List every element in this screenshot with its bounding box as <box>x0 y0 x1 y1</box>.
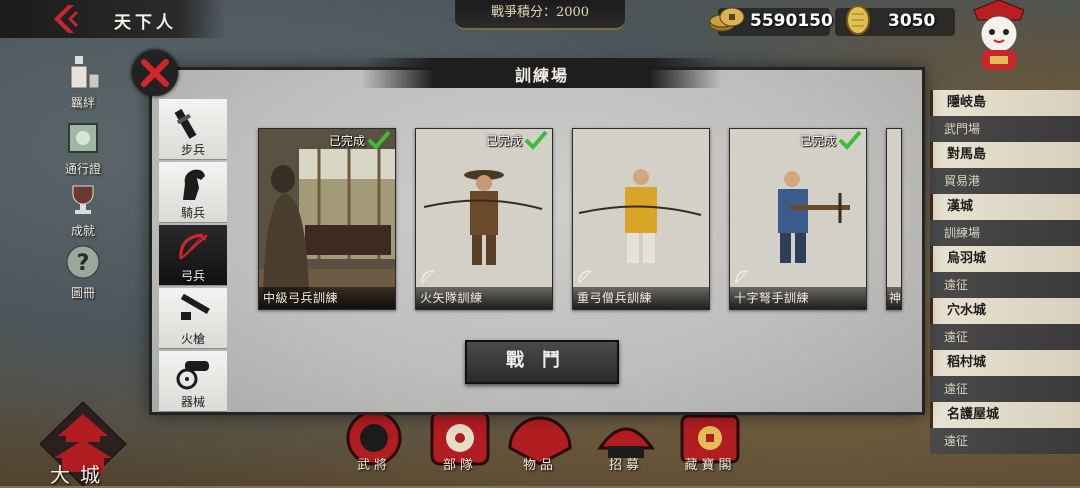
top-bar <box>0 0 225 38</box>
tab-infantry[interactable]: 步兵 <box>159 99 227 160</box>
card-name: 重弓僧兵訓練 <box>577 291 653 305</box>
sake-bottle-icon <box>70 56 100 89</box>
tab-siege[interactable]: 器械 <box>159 351 227 412</box>
training-card[interactable]: 已完成 火矢隊訓練 <box>415 128 553 310</box>
completed-label: 已完成 <box>799 134 836 148</box>
list-item[interactable]: 名護屋城 遠征 <box>930 402 1080 454</box>
checkmark-icon <box>838 130 862 150</box>
castle-label: 大城 <box>50 463 110 487</box>
card-name: 火矢隊訓練 <box>420 291 483 305</box>
sword-icon <box>174 108 197 139</box>
question-icon: ? <box>66 245 100 279</box>
side-item-label: 圖冊 <box>70 286 95 300</box>
tab-musketeers[interactable]: 火槍 <box>159 288 227 349</box>
card-name: 十字弩手訓練 <box>734 291 810 305</box>
modal-title: 訓練場 <box>514 66 569 85</box>
training-card[interactable]: 已完成 十字弩手訓練 <box>729 128 867 310</box>
list-item[interactable]: 穴水城 遠征 <box>930 298 1080 350</box>
training-card[interactable]: 已完成 中級弓兵訓練 <box>258 128 396 310</box>
fire-archer-unit-image <box>416 129 552 309</box>
nav-generals[interactable]: 武將 <box>334 408 414 486</box>
pass-scroll-icon <box>68 123 98 153</box>
tab-cavalry[interactable]: 騎兵 <box>159 162 227 223</box>
coin-value: 5590150 <box>750 11 833 31</box>
bow-icon <box>179 233 208 260</box>
partial-unit-image <box>887 129 901 309</box>
castle-list: 隱岐島 武門場 對馬島 貿易港 漢城 訓練場 烏羽城 遠征 穴水城 遠征 稻村城… <box>930 90 1080 454</box>
list-item[interactable]: 漢城 訓練場 <box>930 194 1080 246</box>
list-item[interactable]: 烏羽城 遠征 <box>930 246 1080 298</box>
nav-treasure[interactable]: 藏寶閣 <box>670 408 750 486</box>
side-item-pass[interactable]: 通行證 <box>56 118 110 177</box>
horse-icon <box>183 169 205 200</box>
region-title: 天下人 <box>114 13 177 33</box>
card-name: 中級弓兵訓練 <box>263 291 339 305</box>
completed-label: 已完成 <box>328 134 365 148</box>
musket-icon <box>180 293 210 320</box>
back-arrow-icon[interactable] <box>48 3 82 35</box>
side-item-bonds[interactable]: 羈絆 <box>56 52 110 111</box>
warrior-monk-unit-image <box>573 129 709 309</box>
side-item-achievements[interactable]: 成就 <box>56 180 110 239</box>
bow-icon <box>421 270 435 284</box>
fight-button[interactable]: 戰鬥 <box>465 340 619 384</box>
close-button[interactable] <box>132 50 178 96</box>
card-name: 神 <box>889 291 902 305</box>
training-card[interactable]: 重弓僧兵訓練 <box>572 128 710 310</box>
list-item[interactable]: 隱岐島 武門場 <box>930 90 1080 142</box>
svg-text:?: ? <box>77 251 90 276</box>
gold-value: 3050 <box>888 11 936 31</box>
gold-koban-icon <box>846 5 870 35</box>
crossbowman-unit-image <box>730 129 866 309</box>
nav-items[interactable]: 物品 <box>500 408 580 486</box>
list-item[interactable]: 對馬島 貿易港 <box>930 142 1080 194</box>
trophy-icon <box>72 185 94 214</box>
bow-icon <box>578 270 592 284</box>
bow-icon <box>735 270 749 284</box>
close-icon <box>141 59 169 87</box>
side-item-label: 成就 <box>70 224 95 238</box>
side-item-label: 羈絆 <box>70 96 95 110</box>
nav-recruit[interactable]: 招募 <box>586 408 666 486</box>
war-score: 戰爭積分：2000 <box>455 0 625 30</box>
checkmark-icon <box>367 130 391 150</box>
checkmark-icon <box>524 130 548 150</box>
training-scene-image <box>259 129 395 309</box>
list-item[interactable]: 稻村城 遠征 <box>930 350 1080 402</box>
tab-archers[interactable]: 弓兵 <box>159 225 227 286</box>
lucky-cat-mascot-icon[interactable] <box>968 0 1030 76</box>
completed-label: 已完成 <box>485 134 522 148</box>
cannon-icon <box>176 361 209 390</box>
side-item-label: 通行證 <box>64 162 101 176</box>
coin-stack-icon <box>709 7 745 32</box>
training-card-partial[interactable]: 神 <box>886 128 902 310</box>
side-item-codex[interactable]: ? 圖冊 <box>56 242 110 301</box>
nav-troops[interactable]: 部隊 <box>420 408 500 486</box>
